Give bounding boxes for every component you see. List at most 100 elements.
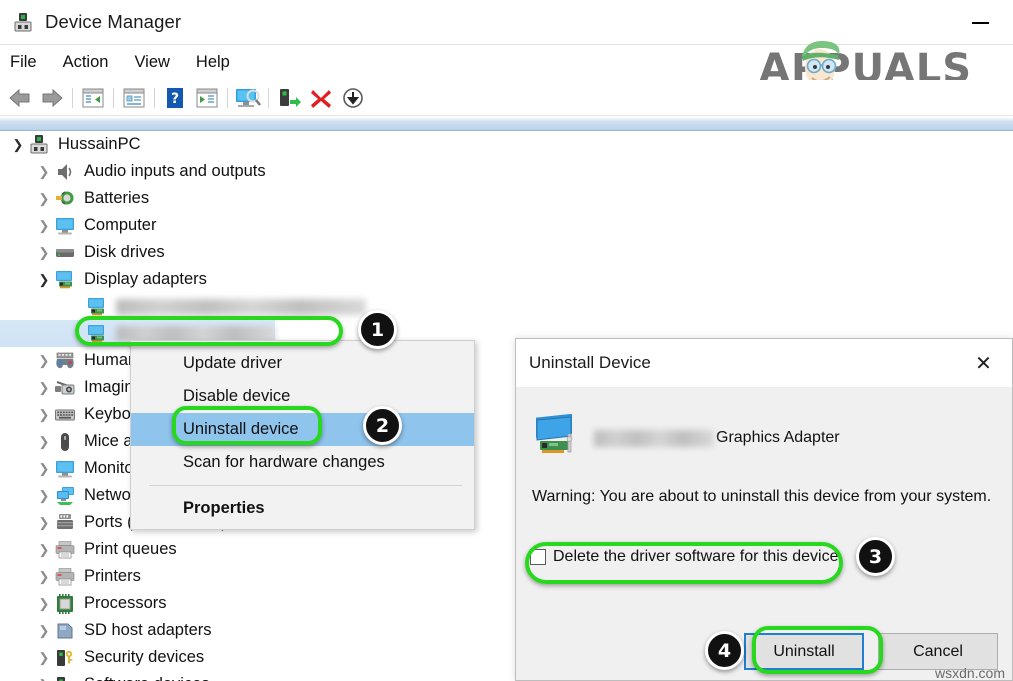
disable-device-icon[interactable] [337, 84, 369, 112]
chevron-down-icon[interactable]: ❯ [8, 131, 28, 158]
chevron-right-icon[interactable]: ❯ [34, 212, 54, 239]
toolbar: ? [0, 80, 1013, 116]
ctx-scan-hardware-changes[interactable]: Scan for hardware changes [131, 446, 474, 479]
forward-arrow-icon[interactable] [36, 84, 68, 112]
menu-help[interactable]: Help [183, 51, 243, 74]
tree-item-batteries[interactable]: ❯ Batteries [0, 185, 1013, 212]
chevron-right-icon[interactable]: ❯ [34, 536, 54, 563]
toolbar-separator [268, 87, 269, 108]
monitor-icon [54, 458, 76, 480]
chevron-right-icon[interactable]: ❯ [34, 671, 54, 681]
chevron-right-icon[interactable]: ❯ [34, 347, 54, 374]
redacted-device-name [116, 298, 366, 315]
show-hide-console-tree-icon[interactable] [77, 84, 109, 112]
tree-item-display-adapter-1[interactable] [0, 293, 1013, 320]
step-badge-4: 4 [705, 631, 744, 670]
chevron-right-icon[interactable]: ❯ [34, 644, 54, 671]
battery-icon [54, 188, 76, 210]
properties-icon[interactable] [118, 84, 150, 112]
menu-file[interactable]: File [0, 51, 50, 74]
security-device-icon [54, 647, 76, 669]
chevron-right-icon[interactable]: ❯ [34, 401, 54, 428]
printer-icon [54, 539, 76, 561]
minimize-button[interactable] [957, 10, 1003, 36]
uninstall-device-icon[interactable] [305, 84, 337, 112]
chevron-right-icon[interactable]: ❯ [34, 509, 54, 536]
tree-item-label: Batteries [84, 189, 150, 208]
ctx-properties[interactable]: Properties [131, 492, 474, 525]
scan-hardware-changes-icon[interactable] [232, 84, 264, 112]
toolbar-separator [113, 87, 114, 108]
tree-item-display-adapters[interactable]: ❯ Display adapters [0, 266, 1013, 293]
show-hide-action-pane-icon[interactable] [191, 84, 223, 112]
tree-root-item[interactable]: ❯ HussainPC [0, 131, 1013, 158]
tree-item-label: SD host adapters [84, 621, 212, 640]
dialog-device-row: Graphics Adapter [532, 410, 996, 466]
printer-icon [54, 566, 76, 588]
tree-item-computer[interactable]: ❯ Computer [0, 212, 1013, 239]
step-badge-3: 3 [856, 537, 895, 576]
tree-item-label: Disk drives [84, 243, 165, 262]
tree-item-label: Software devices [84, 676, 210, 681]
context-menu-separator [149, 485, 462, 486]
device-manager-icon [12, 11, 34, 33]
chevron-right-icon[interactable]: ❯ [34, 482, 54, 509]
watermark: wsxdn.com [934, 665, 1005, 681]
monitor-icon [54, 215, 76, 237]
chevron-right-icon[interactable]: ❯ [34, 158, 54, 185]
delete-driver-checkbox-row[interactable]: Delete the driver software for this devi… [530, 548, 843, 566]
chevron-down-icon[interactable]: ❯ [34, 266, 54, 293]
display-adapter-icon [54, 269, 76, 291]
keyboard-icon [54, 404, 76, 426]
dialog-title: Uninstall Device [529, 353, 651, 372]
port-icon [54, 512, 76, 534]
dialog-device-name: Graphics Adapter [594, 429, 840, 447]
tree-root-label: HussainPC [58, 135, 141, 154]
tree-item-label: Printers [84, 567, 141, 586]
update-driver-icon[interactable] [273, 84, 305, 112]
hid-icon [54, 350, 76, 372]
ctx-uninstall-device[interactable]: Uninstall device [131, 413, 474, 446]
menu-action[interactable]: Action [50, 51, 122, 74]
back-arrow-icon[interactable] [4, 84, 36, 112]
toolbar-separator [154, 87, 155, 108]
redacted-device-vendor [594, 429, 714, 447]
close-icon[interactable]: ✕ [961, 345, 1006, 381]
chevron-right-icon[interactable]: ❯ [34, 428, 54, 455]
context-menu: Update driver Disable device Uninstall d… [130, 340, 475, 530]
tree-item-label: Print queues [84, 540, 177, 559]
delete-driver-checkbox[interactable] [530, 549, 546, 565]
display-adapter-icon [86, 296, 108, 318]
tree-item-disk-drives[interactable]: ❯ Disk drives [0, 239, 1013, 266]
dialog-title-bar: Uninstall Device [516, 339, 1012, 388]
tree-item-audio[interactable]: ❯ Audio inputs and outputs [0, 158, 1013, 185]
tree-item-label: Security devices [84, 648, 205, 667]
chevron-right-icon[interactable]: ❯ [34, 185, 54, 212]
chevron-right-icon[interactable]: ❯ [34, 590, 54, 617]
display-adapter-icon [86, 323, 108, 345]
chevron-right-icon[interactable]: ❯ [34, 455, 54, 482]
toolbar-separator [227, 87, 228, 108]
ctx-update-driver[interactable]: Update driver [131, 347, 474, 380]
network-adapter-icon [54, 485, 76, 507]
chevron-right-icon[interactable]: ❯ [34, 374, 54, 401]
title-bar: Device Manager [0, 0, 1013, 44]
page-title: Device Manager [45, 11, 182, 32]
menu-view[interactable]: View [121, 51, 182, 74]
dialog-device-name-suffix: Graphics Adapter [716, 429, 840, 446]
tree-item-label: Display adapters [84, 270, 207, 289]
chevron-right-icon[interactable]: ❯ [34, 239, 54, 266]
sd-host-icon [54, 620, 76, 642]
chevron-right-icon[interactable]: ❯ [34, 563, 54, 590]
uninstall-button[interactable]: Uninstall [744, 633, 864, 670]
help-icon[interactable]: ? [159, 84, 191, 112]
ctx-disable-device[interactable]: Disable device [131, 380, 474, 413]
dialog-body: Graphics Adapter Warning: You are about … [516, 388, 1012, 506]
processor-icon [54, 593, 76, 615]
graphics-adapter-icon [532, 413, 586, 462]
delete-driver-checkbox-label: Delete the driver software for this devi… [553, 548, 843, 565]
uninstall-device-dialog: Uninstall Device ✕ Graphics Adapter Warn… [515, 338, 1013, 681]
disk-drive-icon [54, 242, 76, 264]
toolbar-separator [72, 87, 73, 108]
chevron-right-icon[interactable]: ❯ [34, 617, 54, 644]
